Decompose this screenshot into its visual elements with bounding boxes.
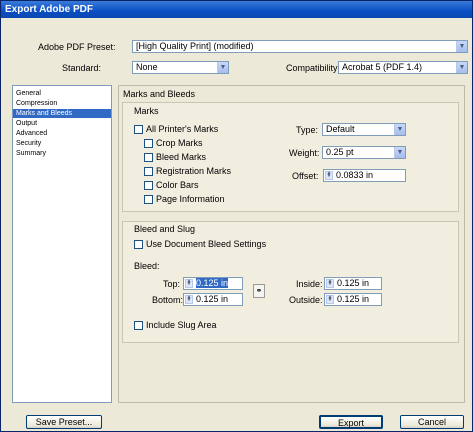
chevron-down-icon: ▼ xyxy=(394,124,405,135)
weight-value: 0.25 pt xyxy=(326,147,354,157)
sidebar-item-marks-and-bleeds[interactable]: Marks and Bleeds xyxy=(13,109,111,118)
category-list: General Compression Marks and Bleeds Out… xyxy=(12,85,112,403)
chevron-down-icon: ▼ xyxy=(456,62,467,73)
sidebar-item-advanced[interactable]: Advanced xyxy=(13,129,111,138)
inside-label: Inside: xyxy=(296,279,323,289)
use-document-bleed-label: Use Document Bleed Settings xyxy=(146,239,267,249)
save-preset-button[interactable]: Save Preset... xyxy=(26,415,102,429)
top-bleed-stepper[interactable]: ▲ ▼ 0.125 in xyxy=(183,277,243,290)
marks-heading: Marks xyxy=(134,106,159,116)
cancel-button[interactable]: Cancel xyxy=(400,415,464,429)
standard-dropdown[interactable]: None ▼ xyxy=(132,61,229,74)
page-information-label: Page Information xyxy=(156,194,225,204)
type-label: Type: xyxy=(296,125,319,135)
sidebar-item-security[interactable]: Security xyxy=(13,139,111,148)
offset-label: Offset: xyxy=(292,171,319,181)
inside-bleed-value: 0.125 in xyxy=(337,278,370,288)
preset-dropdown[interactable]: [High Quality Print] (modified) ▼ xyxy=(132,40,468,53)
stepper-arrows-icon[interactable]: ▲ ▼ xyxy=(326,295,334,304)
page-information-checkbox[interactable] xyxy=(144,195,153,204)
sidebar-item-compression[interactable]: Compression xyxy=(13,99,111,108)
stepper-arrows-icon[interactable]: ▲ ▼ xyxy=(325,171,333,180)
preset-label: Adobe PDF Preset: xyxy=(38,42,116,52)
outside-bleed-stepper[interactable]: ▲ ▼ 0.125 in xyxy=(324,293,382,306)
bleed-slug-heading: Bleed and Slug xyxy=(134,224,196,234)
registration-marks-label: Registration Marks xyxy=(156,166,232,176)
chevron-down-icon: ▼ xyxy=(456,41,467,52)
chevron-down-icon: ▼ xyxy=(394,147,405,158)
top-bleed-value: 0.125 in xyxy=(196,278,229,288)
chain-link-icon[interactable]: ⚭ xyxy=(253,284,265,298)
top-label: Top: xyxy=(163,279,181,289)
weight-dropdown[interactable]: 0.25 pt ▼ xyxy=(322,146,406,159)
inside-bleed-stepper[interactable]: ▲ ▼ 0.125 in xyxy=(324,277,382,290)
sidebar-item-general[interactable]: General xyxy=(13,89,111,98)
bleed-marks-label: Bleed Marks xyxy=(156,152,207,162)
use-document-bleed-checkbox[interactable] xyxy=(134,240,143,249)
outside-bleed-value: 0.125 in xyxy=(337,294,370,304)
color-bars-checkbox[interactable] xyxy=(144,181,153,190)
weight-label: Weight: xyxy=(289,148,320,158)
outside-label: Outside: xyxy=(289,295,323,305)
type-value: Default xyxy=(326,124,355,134)
color-bars-label: Color Bars xyxy=(156,180,199,190)
all-printers-marks-label: All Printer's Marks xyxy=(146,124,219,134)
bleed-label: Bleed: xyxy=(134,261,160,271)
bottom-bleed-value: 0.125 in xyxy=(196,294,229,304)
registration-marks-checkbox[interactable] xyxy=(144,167,153,176)
bottom-label: Bottom: xyxy=(152,295,184,305)
compatibility-label: Compatibility: xyxy=(286,63,341,73)
stepper-arrows-icon[interactable]: ▲ ▼ xyxy=(185,279,193,288)
bottom-bleed-stepper[interactable]: ▲ ▼ 0.125 in xyxy=(183,293,243,306)
preset-value: [High Quality Print] (modified) xyxy=(136,41,254,51)
chevron-down-icon: ▼ xyxy=(217,62,228,73)
type-dropdown[interactable]: Default ▼ xyxy=(322,123,406,136)
sidebar-item-summary[interactable]: Summary xyxy=(13,149,111,158)
panel-title: Marks and Bleeds xyxy=(123,89,196,99)
crop-marks-label: Crop Marks xyxy=(156,138,203,148)
export-pdf-dialog: Export Adobe PDF Adobe PDF Preset: [High… xyxy=(0,0,473,432)
include-slug-checkbox[interactable] xyxy=(134,321,143,330)
offset-stepper[interactable]: ▲ ▼ 0.0833 in xyxy=(323,169,406,182)
offset-value: 0.0833 in xyxy=(336,170,374,180)
stepper-arrows-icon[interactable]: ▲ ▼ xyxy=(185,295,193,304)
include-slug-label: Include Slug Area xyxy=(146,320,217,330)
export-button[interactable]: Export xyxy=(319,415,383,429)
sidebar-item-output[interactable]: Output xyxy=(13,119,111,128)
bleed-marks-checkbox[interactable] xyxy=(144,153,153,162)
window-title: Export Adobe PDF xyxy=(1,1,472,18)
crop-marks-checkbox[interactable] xyxy=(144,139,153,148)
stepper-arrows-icon[interactable]: ▲ ▼ xyxy=(326,279,334,288)
all-printers-marks-checkbox[interactable] xyxy=(134,125,143,134)
compatibility-dropdown[interactable]: Acrobat 5 (PDF 1.4) ▼ xyxy=(338,61,468,74)
standard-value: None xyxy=(136,62,158,72)
compatibility-value: Acrobat 5 (PDF 1.4) xyxy=(342,62,423,72)
standard-label: Standard: xyxy=(62,63,102,73)
